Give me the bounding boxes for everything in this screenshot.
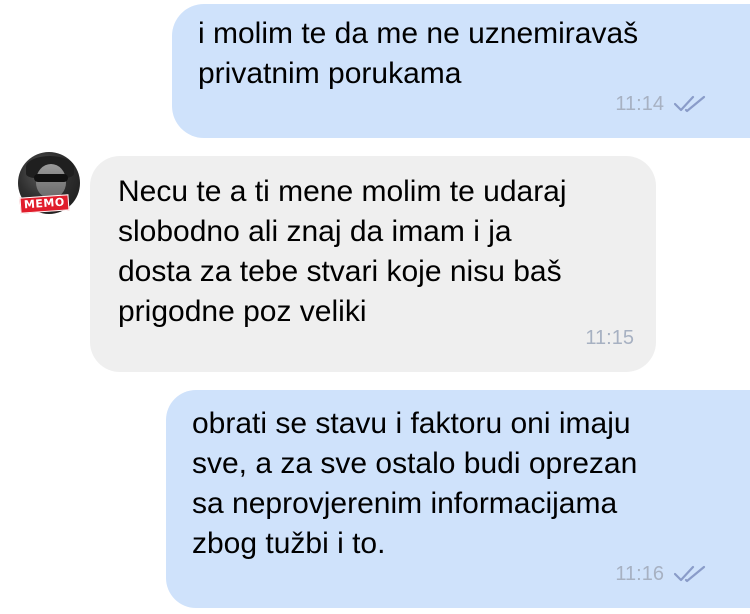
incoming-message-bubble[interactable]: Necu te a ti mene molim te udaraj slobod… — [90, 156, 656, 372]
message-text: obrati se stavu i faktoru oni imaju sve,… — [192, 407, 638, 560]
double-check-icon — [674, 95, 706, 113]
message-time: 11:16 — [615, 563, 664, 585]
outgoing-message-bubble[interactable]: i molim te da me ne uznemiravaš privatni… — [172, 4, 750, 138]
avatar-badge: MEMO — [19, 194, 70, 214]
message-meta: 11:16 — [615, 554, 706, 594]
double-check-icon — [674, 565, 706, 583]
message-time: 11:14 — [615, 93, 664, 115]
message-text: i molim te da me ne uznemiravaš privatni… — [198, 17, 639, 90]
message-time: 11:15 — [585, 327, 634, 349]
message-meta: 11:14 — [615, 84, 706, 124]
message-meta: 11:15 — [585, 318, 634, 358]
avatar-glasses — [34, 174, 68, 182]
outgoing-message-bubble[interactable]: obrati se stavu i faktoru oni imaju sve,… — [166, 390, 750, 608]
message-text: Necu te a ti mene molim te udaraj slobod… — [118, 175, 567, 328]
